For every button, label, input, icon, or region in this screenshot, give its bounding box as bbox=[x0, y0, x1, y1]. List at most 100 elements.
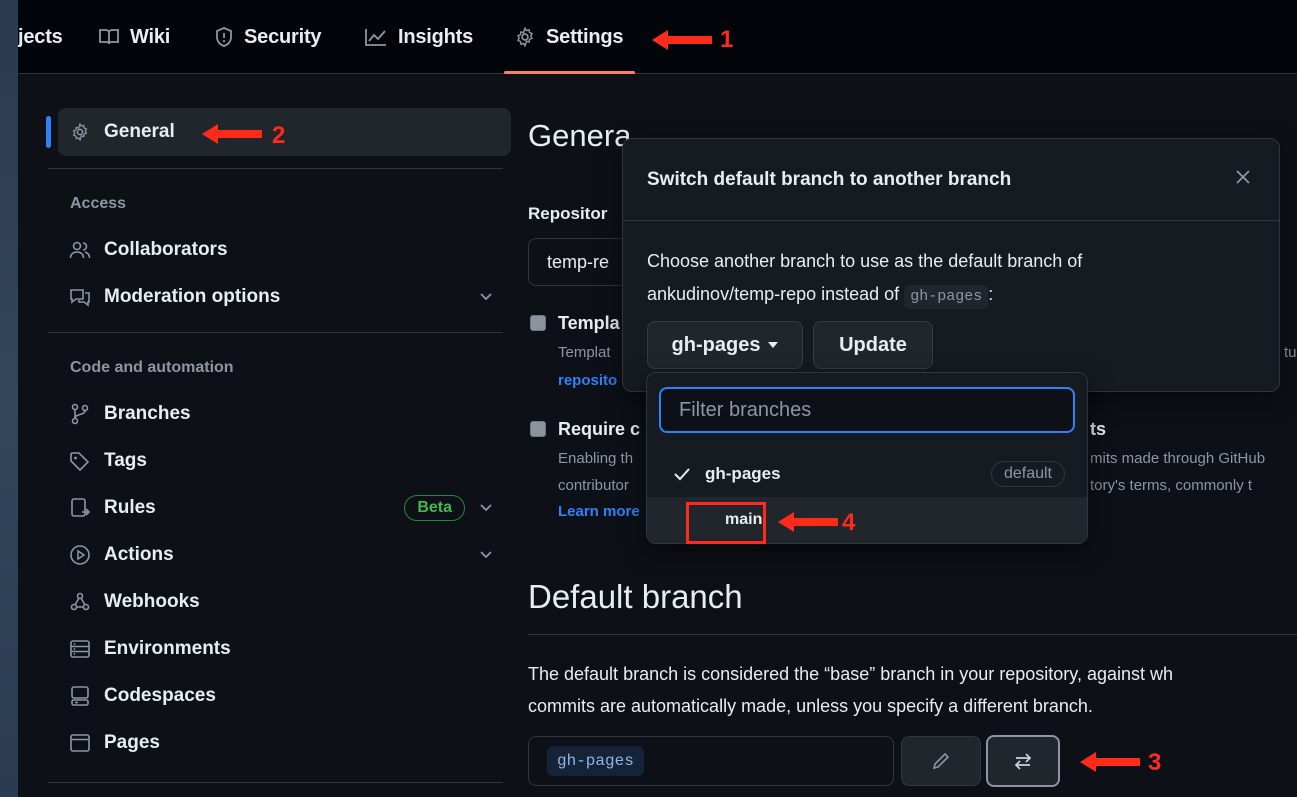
codespaces-icon bbox=[71, 686, 89, 706]
annotation-number-4: 4 bbox=[842, 509, 856, 536]
template-desc: Templat bbox=[558, 344, 611, 361]
tab-settings-label: Settings bbox=[546, 25, 624, 48]
pencil-icon bbox=[932, 752, 950, 770]
require-signoff-title: Require c bbox=[558, 419, 641, 439]
template-link[interactable]: reposito bbox=[558, 372, 617, 389]
close-icon[interactable] bbox=[1233, 167, 1253, 187]
chevron-down-icon[interactable] bbox=[479, 292, 493, 302]
default-branch-heading: Default branch bbox=[528, 578, 743, 615]
sidebar-item-moderation[interactable]: Moderation options bbox=[68, 275, 493, 319]
branch-option-gh-pages[interactable]: gh-pages default bbox=[647, 451, 1087, 497]
sidebar-item-label: Environments bbox=[104, 638, 231, 659]
branch-select-label: gh-pages bbox=[671, 333, 761, 356]
require-signoff-desc-2-cut: tory's terms, commonly t bbox=[1090, 477, 1253, 494]
sidebar-item-label: Webhooks bbox=[104, 591, 200, 612]
filter-branches-input[interactable] bbox=[661, 389, 1073, 431]
arrow-switch-icon bbox=[1014, 753, 1032, 770]
tab-wiki-label: Wiki bbox=[130, 25, 171, 48]
tab-insights[interactable]: Insights bbox=[364, 0, 473, 74]
branch-select-button[interactable]: gh-pages bbox=[647, 321, 803, 369]
default-branch-desc-2: commits are automatically made, unless y… bbox=[528, 696, 1093, 716]
sidebar-item-label: Rules bbox=[104, 497, 156, 518]
rename-branch-button[interactable] bbox=[901, 736, 981, 786]
update-button-label: Update bbox=[839, 333, 907, 356]
sidebar-item-actions[interactable]: Actions bbox=[68, 533, 493, 577]
annotation-number-2: 2 bbox=[272, 122, 286, 149]
sidebar-item-collaborators[interactable]: Collaborators bbox=[68, 228, 493, 272]
default-branch-field: gh-pages bbox=[528, 736, 894, 786]
repo-nav: jects Wiki Security Insights Settings 1 bbox=[18, 0, 1297, 74]
tab-insights-label: Insights bbox=[398, 25, 474, 48]
tab-projects-label: jects bbox=[18, 25, 63, 48]
sidebar-item-codespaces[interactable]: Codespaces bbox=[68, 674, 493, 718]
sidebar-section-access: Access bbox=[70, 195, 127, 212]
chevron-down-icon[interactable] bbox=[479, 503, 493, 513]
annotation-arrow-3 bbox=[1080, 752, 1140, 772]
template-title: Templa bbox=[558, 313, 620, 333]
comment-icon bbox=[70, 289, 90, 307]
gear-icon bbox=[517, 26, 533, 48]
dialog-text-2: ankudinov/temp-repo instead of bbox=[647, 284, 900, 304]
default-branch-value: gh-pages bbox=[547, 746, 644, 776]
require-signoff-desc-1-cut: mits made through GitHub bbox=[1090, 450, 1266, 467]
template-checkbox[interactable] bbox=[530, 315, 546, 331]
current-branch-chip: gh-pages bbox=[904, 285, 989, 309]
tab-security-label: Security bbox=[244, 25, 322, 48]
browser-icon bbox=[70, 734, 90, 752]
sidebar-item-label: Branches bbox=[104, 403, 191, 424]
tab-settings[interactable]: Settings bbox=[503, 0, 636, 74]
repo-name-label: Repositor bbox=[528, 204, 608, 223]
sidebar-item-rules[interactable]: Rules Beta bbox=[68, 486, 493, 530]
tab-projects[interactable]: jects bbox=[18, 0, 63, 74]
webhook-icon bbox=[70, 592, 90, 611]
sidebar-divider bbox=[48, 782, 503, 783]
dialog-body: Choose another branch to use as the defa… bbox=[647, 245, 1257, 311]
gear-icon bbox=[72, 122, 88, 142]
sidebar-item-label: Codespaces bbox=[104, 685, 216, 706]
sidebar-item-label: Pages bbox=[104, 732, 160, 753]
annotation-arrow-1 bbox=[652, 30, 712, 50]
sidebar-divider bbox=[48, 168, 503, 169]
switch-branch-dialog: Switch default branch to another branch … bbox=[622, 138, 1280, 392]
caret-down-icon bbox=[768, 342, 779, 348]
sidebar-item-environments[interactable]: Environments bbox=[68, 627, 493, 671]
sidebar-item-tags[interactable]: Tags bbox=[68, 439, 493, 483]
rules-icon bbox=[71, 498, 90, 517]
annotation-arrow-2 bbox=[202, 124, 262, 144]
sidebar-item-pages[interactable]: Pages bbox=[68, 721, 493, 765]
page-title: Genera bbox=[528, 118, 632, 153]
git-branch-icon bbox=[71, 403, 89, 425]
switch-branch-button[interactable] bbox=[986, 735, 1060, 787]
require-signoff-checkbox[interactable] bbox=[530, 421, 546, 437]
sidebar-item-label: Actions bbox=[104, 544, 174, 565]
section-divider bbox=[528, 634, 1297, 635]
tag-icon bbox=[70, 452, 90, 471]
annotation-number-1: 1 bbox=[720, 26, 734, 53]
active-indicator bbox=[46, 116, 51, 148]
dialog-text-1: Choose another branch to use as the defa… bbox=[647, 251, 1083, 271]
update-button[interactable]: Update bbox=[813, 321, 933, 369]
sidebar-item-webhooks[interactable]: Webhooks bbox=[68, 580, 493, 624]
require-signoff-desc-2: contributor bbox=[558, 477, 629, 494]
tab-security[interactable]: Security bbox=[214, 0, 322, 74]
tab-wiki[interactable]: Wiki bbox=[98, 0, 170, 74]
learn-more-link[interactable]: Learn more bbox=[558, 503, 640, 520]
dialog-text-2-line: ankudinov/temp-repo instead of gh-pages: bbox=[647, 278, 1257, 311]
desktop-background bbox=[0, 0, 18, 797]
default-branch-desc-1: The default branch is considered the “ba… bbox=[528, 664, 1174, 684]
require-signoff-desc-1: Enabling th bbox=[558, 450, 634, 467]
annotation-number-3: 3 bbox=[1148, 749, 1162, 776]
graph-icon bbox=[365, 29, 386, 46]
annotation-arrow-4 bbox=[778, 512, 838, 532]
sidebar-item-label: Collaborators bbox=[104, 239, 228, 260]
annotation-highlight-box bbox=[686, 502, 766, 544]
github-settings-window: jects Wiki Security Insights Settings 1 … bbox=[18, 0, 1297, 797]
dialog-text-colon: : bbox=[988, 284, 994, 304]
sidebar-item-label: Moderation options bbox=[104, 286, 281, 307]
sidebar-item-branches[interactable]: Branches bbox=[68, 392, 493, 436]
branch-option-label: gh-pages bbox=[705, 464, 781, 483]
check-icon bbox=[674, 468, 690, 481]
shield-icon bbox=[216, 27, 232, 47]
filter-branches-field[interactable] bbox=[659, 387, 1075, 433]
chevron-down-icon[interactable] bbox=[479, 550, 493, 560]
